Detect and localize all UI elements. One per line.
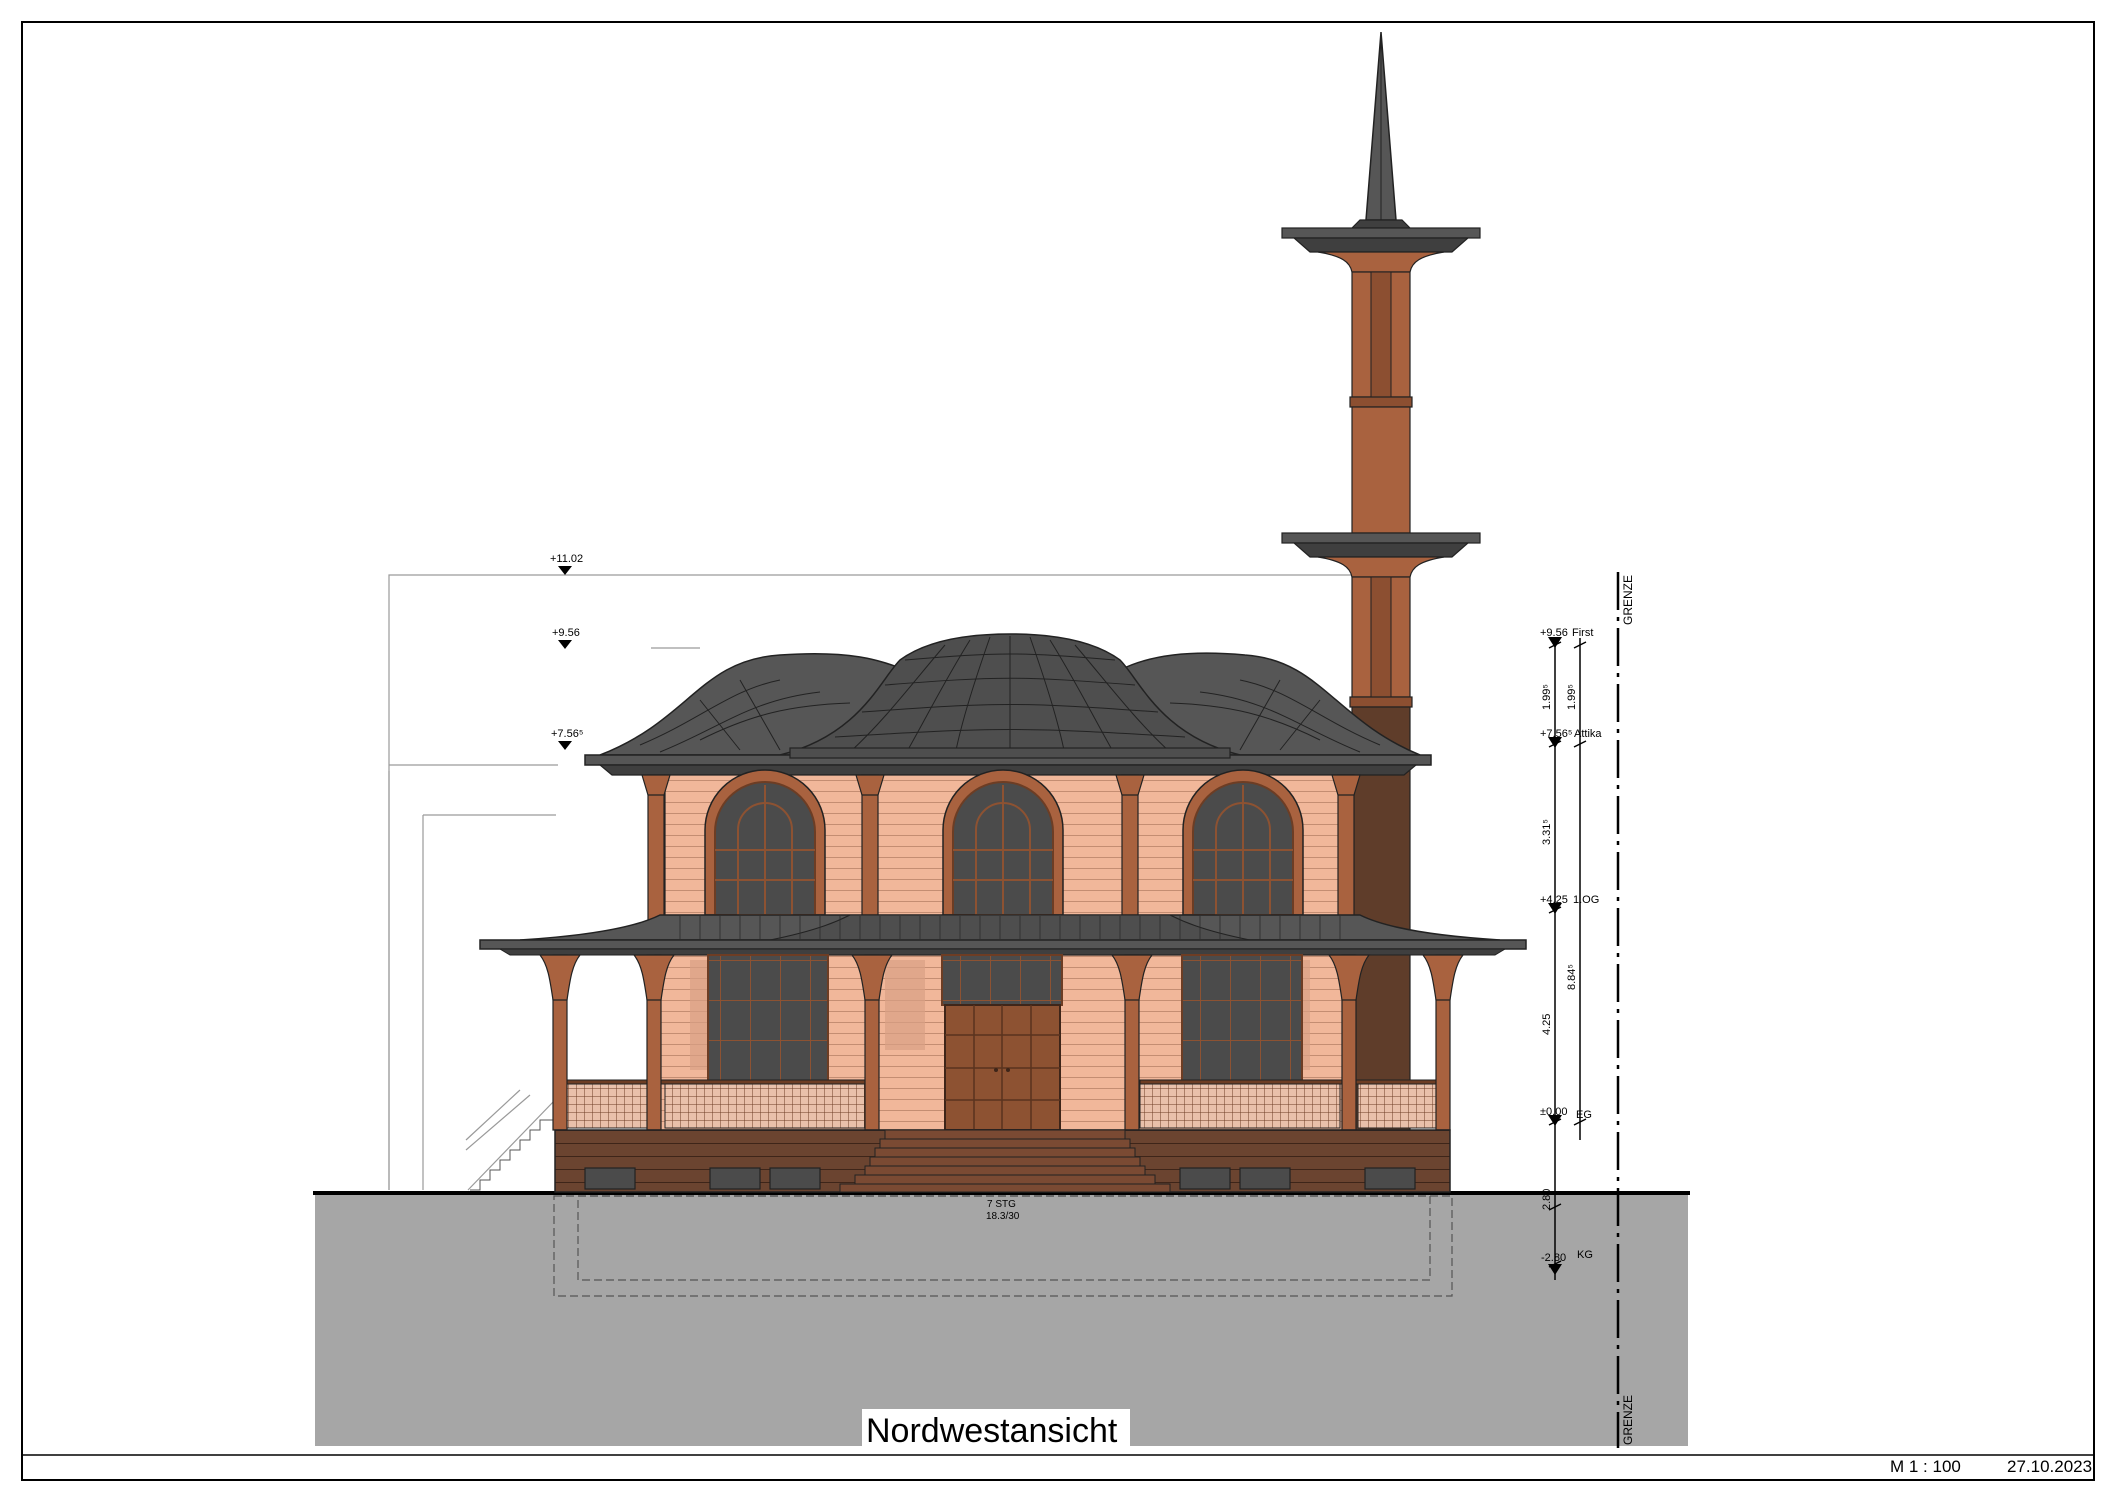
right-level-chain: +9.56 First +7.56⁵ Attika +4.25 1.OG ±0.… — [1540, 627, 1602, 1280]
porch-roof — [479, 914, 1527, 956]
porch-eave — [479, 939, 1527, 950]
stairs-count: 7 STG — [987, 1199, 1016, 1210]
upper-arched-window-left — [704, 769, 826, 916]
drawing-date: 27.10.2023 — [2007, 1457, 2092, 1476]
level-kg: -2.80 — [1541, 1252, 1566, 1264]
boundary-label-top: GRENZE — [1621, 575, 1635, 625]
entrance-steps — [839, 1129, 1171, 1193]
minaret-lower-balcony — [1281, 532, 1481, 544]
ground-floor — [538, 954, 1465, 1131]
level-attika: +7.56⁵ — [1540, 728, 1572, 740]
dim-b-1: 1.99⁵ — [1566, 684, 1578, 710]
level-top-label: +11.02 — [550, 553, 583, 565]
level-og-tag: 1.OG — [1573, 894, 1599, 906]
level-attika-tag: Attika — [1574, 728, 1602, 740]
upper-floor — [641, 769, 1361, 931]
drawing-scale: M 1 : 100 — [1890, 1457, 1961, 1476]
stairs-ratio: 18.3/30 — [986, 1211, 1020, 1222]
level-kg-tag: KG — [1577, 1249, 1593, 1261]
level-first-tag: First — [1572, 627, 1593, 639]
dim-b-2: 8.84⁵ — [1566, 964, 1578, 990]
level-attika-label: +7.56⁵ — [551, 728, 583, 740]
minaret-shaft-middle — [1351, 406, 1411, 534]
level-first-label: +9.56 — [552, 627, 580, 639]
elevation-drawing: +11.02 +9.56 +7.56⁵ +9.56 First +7.56⁵ A… — [21, 21, 2095, 1481]
drawing-title: Nordwestansicht — [866, 1412, 1118, 1450]
podium — [554, 1129, 1451, 1193]
exterior-stair — [470, 1119, 555, 1191]
upper-arched-window-right — [1182, 769, 1304, 916]
level-og: +4.25 — [1540, 894, 1568, 906]
upper-arched-window-center — [942, 769, 1064, 916]
ground-fill — [315, 1193, 1688, 1446]
level-eg-tag: EG — [1576, 1109, 1592, 1121]
minaret-upper-balcony — [1281, 227, 1481, 239]
dim-a-1: 1.99⁵ — [1541, 684, 1553, 710]
boundary-label-bottom: GRENZE — [1621, 1395, 1635, 1445]
dim-a-2: 3.31⁵ — [1541, 819, 1553, 845]
level-first: +9.56 — [1540, 627, 1568, 639]
dim-a-3: 4.25 — [1541, 1014, 1553, 1035]
main-roof — [584, 633, 1432, 776]
dim-a-4: 2.80 — [1541, 1189, 1553, 1210]
left-level-markers: +11.02 +9.56 +7.56⁵ — [550, 553, 583, 750]
level-eg: ±0.00 — [1540, 1106, 1567, 1118]
